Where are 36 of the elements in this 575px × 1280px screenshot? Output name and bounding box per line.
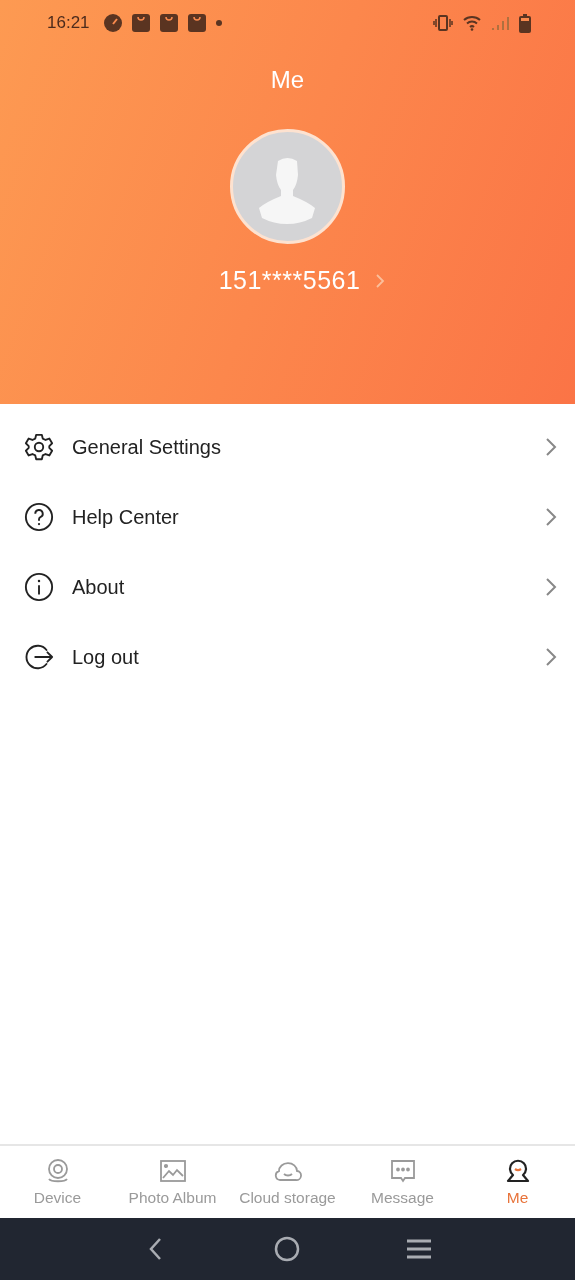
page-title: Me <box>270 66 305 94</box>
wifi-icon <box>463 15 481 31</box>
shopping-bag-icon <box>187 14 206 32</box>
shopping-bag-icon <box>159 14 178 32</box>
menu-item[interactable]: Help Center <box>0 482 575 552</box>
menu-item[interactable]: General Settings <box>0 412 575 482</box>
settings-icon <box>24 432 54 462</box>
menu-item-label: About <box>72 575 126 599</box>
chevron-right-icon <box>545 437 557 457</box>
signal-icon <box>491 15 509 31</box>
menu-item-label: Help Center <box>72 505 180 529</box>
tab[interactable]: Message <box>345 1146 460 1218</box>
menu-item[interactable]: About <box>0 552 575 622</box>
image-icon <box>158 1157 187 1185</box>
home-icon[interactable] <box>273 1235 302 1263</box>
chevron-right-icon <box>545 577 557 597</box>
tab[interactable]: Photo Album <box>115 1146 230 1218</box>
tab[interactable]: Me <box>460 1146 575 1218</box>
menu-item-label: General Settings <box>72 435 222 459</box>
menu-item[interactable]: Log out <box>0 622 575 692</box>
chevron-right-icon <box>545 507 557 527</box>
shopping-bag-icon <box>131 14 150 32</box>
info-icon <box>24 572 54 602</box>
logout-icon <box>24 642 54 672</box>
dot-icon <box>215 20 222 26</box>
gauge-icon <box>103 14 122 32</box>
tab[interactable]: Cloud storage <box>230 1146 345 1218</box>
message-icon <box>388 1157 417 1185</box>
status-time: 16:21 <box>47 13 90 33</box>
tab[interactable]: Device <box>0 1146 115 1218</box>
help-icon <box>24 502 54 532</box>
battery-icon <box>519 13 531 33</box>
vibrate-icon <box>433 15 453 31</box>
chevron-right-icon <box>545 647 557 667</box>
menu-item-label: Log out <box>72 645 140 669</box>
account-number[interactable]: 151****5561 <box>218 266 361 295</box>
